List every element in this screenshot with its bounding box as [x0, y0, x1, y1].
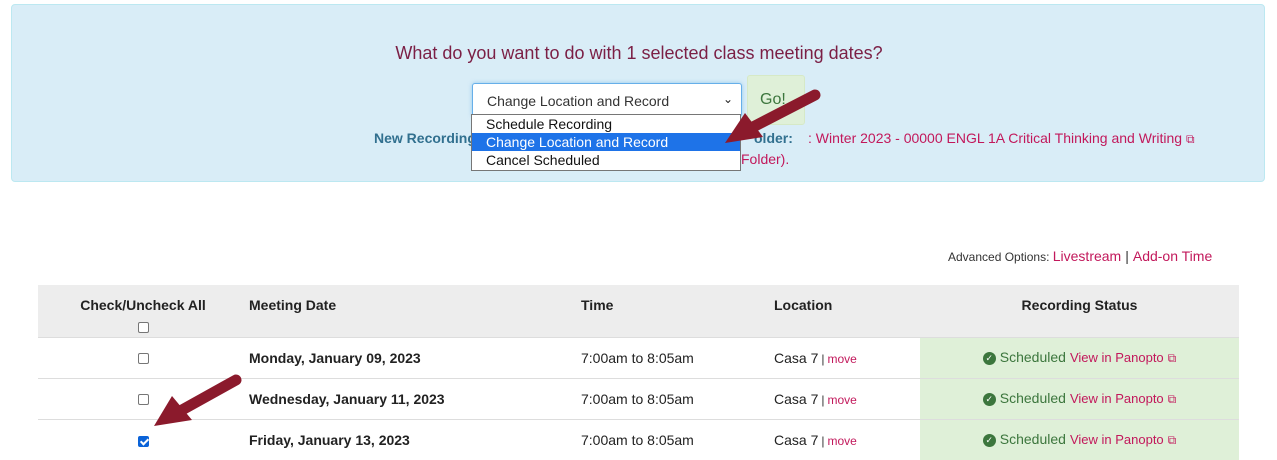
check-circle-icon: ✓: [982, 393, 996, 406]
meeting-time: 7:00am to 8:05am: [581, 390, 694, 407]
meeting-time: 7:00am to 8:05am: [581, 349, 694, 366]
view-in-panopto-link[interactable]: View in Panopto ⧉: [1070, 350, 1176, 365]
location-name: Casa 7: [774, 390, 819, 407]
row-checkbox[interactable]: [137, 435, 149, 447]
move-link[interactable]: move: [827, 434, 856, 448]
header-location[interactable]: Location: [773, 285, 920, 337]
status-text: Scheduled: [999, 349, 1066, 365]
view-link-text: View in Panopto: [1069, 391, 1164, 406]
status-text: Scheduled: [999, 431, 1066, 448]
header-recording-status[interactable]: Recording Status: [920, 285, 1239, 337]
folder-link[interactable]: : Winter 2023 - 00000 ENGL 1A Critical T…: [808, 130, 1195, 147]
table-header-row: Check/Uncheck All Meeting Date Time Loca…: [38, 285, 1239, 337]
external-link-icon: ⧉: [1167, 351, 1177, 365]
view-in-panopto-link[interactable]: View in Panopto ⧉: [1070, 432, 1176, 447]
action-dropdown-list[interactable]: Schedule Recording Change Location and R…: [471, 114, 741, 171]
dropdown-option-change-location[interactable]: Change Location and Record: [472, 133, 740, 151]
meeting-date: Wednesday, January 11, 2023: [249, 390, 445, 407]
recording-status: ✓ Scheduled View in Panopto ⧉: [920, 337, 1239, 378]
recording-status: ✓ Scheduled View in Panopto ⧉: [920, 378, 1239, 419]
location-cell: Casa 7 | move: [773, 378, 920, 419]
separator: |: [1125, 248, 1129, 264]
header-check-all: Check/Uncheck All: [38, 285, 248, 337]
folder-link-tail[interactable]: Folder).: [741, 151, 789, 167]
check-all-checkbox[interactable]: [137, 321, 149, 333]
location-name: Casa 7: [774, 349, 819, 366]
external-link-icon: ⧉: [1167, 433, 1177, 448]
meeting-date: Monday, January 09, 2023: [249, 349, 421, 366]
view-link-text: View in Panopto: [1069, 350, 1164, 365]
move-link[interactable]: move: [827, 393, 856, 407]
dropdown-option-cancel[interactable]: Cancel Scheduled: [472, 151, 740, 169]
dropdown-option-schedule[interactable]: Schedule Recording: [472, 115, 740, 133]
check-circle-icon: ✓: [982, 434, 996, 448]
status-text: Scheduled: [999, 390, 1066, 406]
meeting-time: 7:00am to 8:05am: [581, 431, 694, 448]
external-link-icon: ⧉: [1167, 392, 1177, 406]
addon-time-link[interactable]: Add-on Time: [1133, 248, 1212, 264]
bulk-action-question: What do you want to do with 1 selected c…: [395, 43, 883, 63]
action-select[interactable]: Change Location and Record ⌄: [472, 83, 742, 117]
separator: |: [821, 351, 825, 366]
annotation-arrow-icon: [154, 374, 242, 426]
separator: |: [821, 392, 825, 407]
view-in-panopto-link[interactable]: View in Panopto ⧉: [1070, 391, 1176, 406]
separator: |: [821, 433, 825, 448]
new-recording-label: New Recording: [374, 130, 476, 146]
advanced-options: Advanced Options: Livestream | Add-on Time: [948, 248, 1212, 264]
row-checkbox[interactable]: [137, 353, 149, 365]
view-link-text: View in Panopto: [1069, 432, 1164, 448]
location-cell: Casa 7 | move: [773, 337, 920, 378]
advanced-options-label: Advanced Options:: [948, 250, 1050, 264]
annotation-arrow-icon: [725, 89, 821, 143]
check-all-label: Check/Uncheck All: [80, 297, 206, 313]
location-cell: Casa 7 | move: [773, 419, 920, 460]
check-circle-icon: ✓: [982, 352, 996, 365]
move-link[interactable]: move: [827, 352, 856, 366]
livestream-link[interactable]: Livestream: [1053, 248, 1121, 264]
external-link-icon: ⧉: [1186, 132, 1195, 146]
action-select-value: Change Location and Record: [487, 93, 670, 109]
meeting-date: Friday, January 13, 2023: [249, 431, 410, 448]
location-name: Casa 7: [774, 431, 819, 448]
row-checkbox[interactable]: [137, 394, 149, 406]
recording-status: ✓ Scheduled View in Panopto ⧉: [920, 419, 1239, 460]
header-meeting-date[interactable]: Meeting Date: [248, 285, 580, 337]
header-time[interactable]: Time: [580, 285, 773, 337]
folder-link-text: : Winter 2023 - 00000 ENGL 1A Critical T…: [808, 130, 1183, 146]
